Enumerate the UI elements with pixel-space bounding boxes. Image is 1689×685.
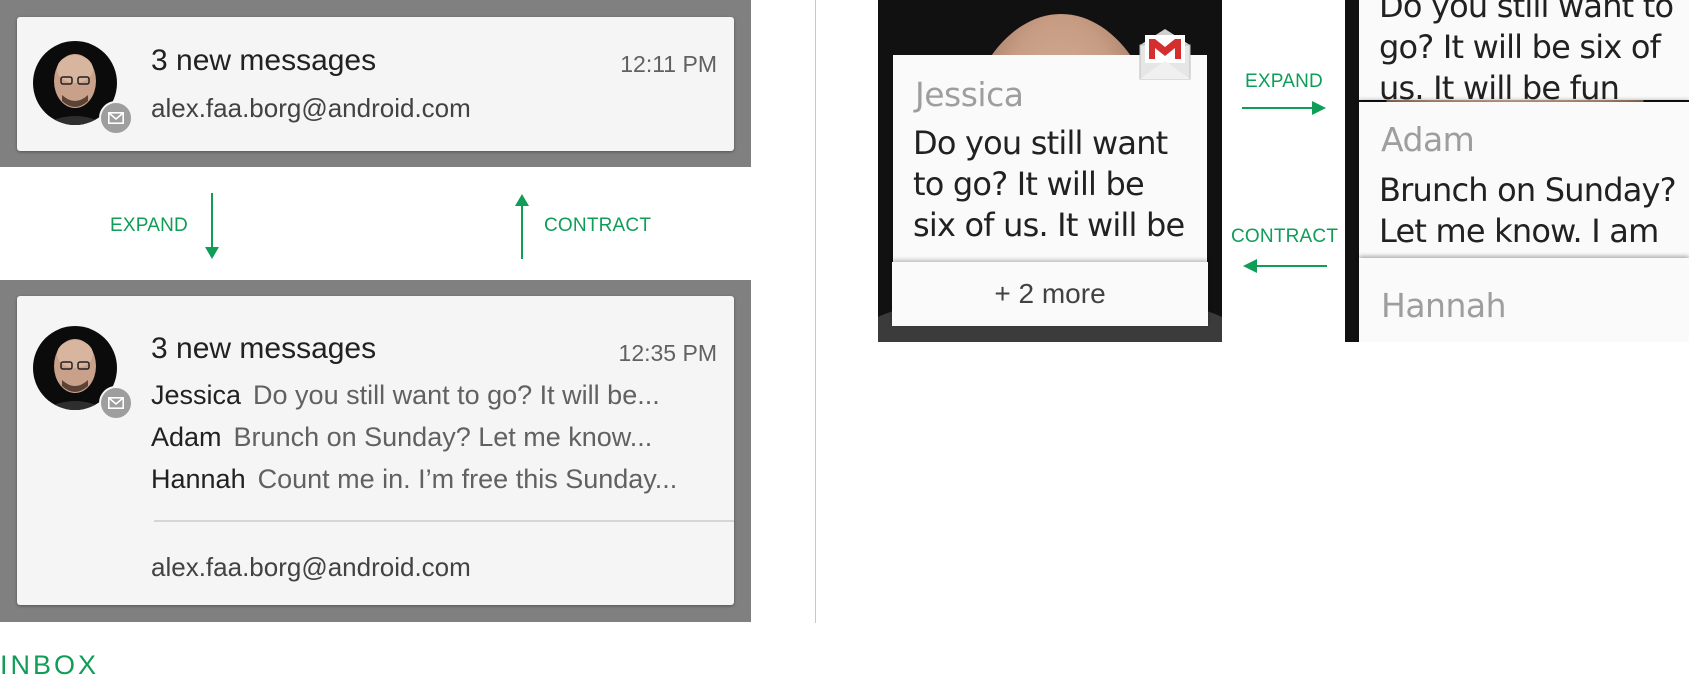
watch-card-text: Do you still want to go? It will be six …	[1379, 0, 1674, 100]
section-divider	[815, 0, 816, 623]
message-snippet: Do you still want to go? It will be...	[253, 380, 660, 410]
notification-expanded[interactable]: 3 new messages 12:35 PM Jessica Do you st…	[17, 296, 734, 605]
watch-contract-label: CONTRACT	[1231, 226, 1339, 247]
message-sender: Adam	[151, 422, 222, 452]
watch-screen-collapsed: Jessica Do you still want to go? It will…	[878, 0, 1222, 342]
gmail-envelope-icon	[1139, 29, 1191, 80]
arrow-down-icon	[205, 193, 219, 259]
section-caption: INBOX	[0, 650, 100, 680]
watch-more-button[interactable]: + 2 more	[892, 262, 1208, 326]
notification-shade-expanded: 3 new messages 12:35 PM Jessica Do you st…	[0, 280, 751, 622]
message-line[interactable]: Hannah Count me in. I’m free this Sunday.…	[151, 464, 677, 495]
message-line[interactable]: Jessica Do you still want to go? It will …	[151, 380, 660, 411]
arrow-left-icon	[1243, 259, 1327, 273]
watch-card-text: Do you still want to go? It will be six …	[913, 124, 1185, 243]
notification-title: 3 new messages	[151, 44, 377, 77]
watch-card-text: Brunch on Sunday? Let me know. I am	[1379, 171, 1677, 250]
message-sender: Hannah	[151, 464, 246, 494]
message-snippet: Brunch on Sunday? Let me know...	[233, 422, 653, 452]
arrow-up-icon	[515, 194, 529, 259]
watch-card-hannah[interactable]: Hannah	[1359, 258, 1689, 342]
watch-card-sender: Adam	[1381, 120, 1475, 159]
account-email: alex.faa.borg@android.com	[151, 93, 471, 123]
divider	[154, 520, 734, 522]
watch-more-label: + 2 more	[994, 278, 1106, 309]
notification-time: 12:35 PM	[618, 340, 717, 366]
message-sender: Jessica	[151, 380, 242, 410]
arrow-right-icon	[1242, 101, 1326, 115]
notification-time: 12:11 PM	[620, 51, 717, 77]
watch-card-adam[interactable]: Adam Brunch on Sunday? Let me know. I am	[1359, 102, 1689, 260]
message-snippet: Count me in. I’m free this Sunday...	[257, 464, 678, 494]
watch-card-jessica[interactable]: Do you still want to go? It will be six …	[1359, 0, 1689, 100]
notification-title: 3 new messages	[151, 332, 377, 365]
notification-shade-collapsed: 3 new messages 12:11 PM alex.faa.borg@an…	[0, 0, 751, 167]
message-line[interactable]: Adam Brunch on Sunday? Let me know...	[151, 422, 652, 453]
contract-label: CONTRACT	[544, 215, 652, 236]
notification-collapsed[interactable]: 3 new messages 12:11 PM alex.faa.borg@an…	[17, 17, 734, 151]
gmail-badge-icon	[99, 386, 133, 420]
expand-label: EXPAND	[110, 215, 188, 236]
gmail-badge-icon	[99, 101, 133, 135]
watch-expand-label: EXPAND	[1245, 71, 1323, 92]
watch-card-jessica[interactable]: Jessica Do you still want to go? It will…	[893, 55, 1207, 265]
account-email: alex.faa.borg@android.com	[151, 552, 471, 582]
watch-card-sender: Hannah	[1381, 286, 1507, 325]
watch-card-sender: Jessica	[915, 75, 1024, 114]
watch-screen-expanded: Do you still want to go? It will be six …	[1345, 0, 1689, 342]
